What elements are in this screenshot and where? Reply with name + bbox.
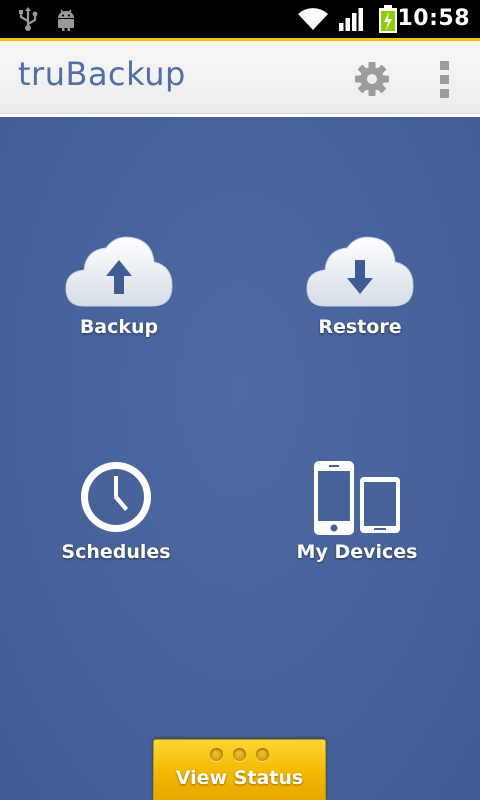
overflow-menu-icon[interactable] — [430, 57, 460, 101]
wifi-icon — [298, 8, 328, 31]
android-debug-icon — [58, 9, 74, 31]
backup-tile[interactable]: Backup — [29, 232, 209, 392]
signal-icon — [339, 8, 363, 31]
battery-charging-icon — [379, 5, 397, 33]
view-status-label: View Status — [175, 767, 304, 789]
status-dot — [256, 748, 269, 761]
my-devices-label: My Devices — [296, 541, 418, 563]
my-devices-tile[interactable]: My Devices — [267, 457, 447, 617]
main-panel: Backup Restore Schedules My Devices — [0, 114, 480, 800]
restore-label: Restore — [318, 316, 402, 338]
devices-icon — [314, 461, 400, 535]
cloud-upload-icon — [65, 236, 173, 307]
clock-time: 10:58 — [397, 6, 470, 31]
app-title: truBackup — [18, 55, 186, 93]
view-status-button[interactable]: View Status — [153, 739, 326, 800]
action-bar: truBackup — [0, 38, 480, 114]
schedules-label: Schedules — [61, 541, 171, 563]
clock-icon — [81, 462, 151, 532]
status-dots — [154, 746, 325, 765]
status-dot — [210, 748, 223, 761]
restore-tile[interactable]: Restore — [270, 232, 450, 392]
usb-icon — [19, 7, 38, 31]
status-bar: 10:58 — [0, 0, 480, 38]
backup-label: Backup — [79, 316, 159, 338]
status-dot — [233, 748, 246, 761]
schedules-tile[interactable]: Schedules — [26, 457, 206, 617]
settings-gear-icon[interactable] — [352, 59, 392, 99]
cloud-download-icon — [306, 236, 414, 307]
